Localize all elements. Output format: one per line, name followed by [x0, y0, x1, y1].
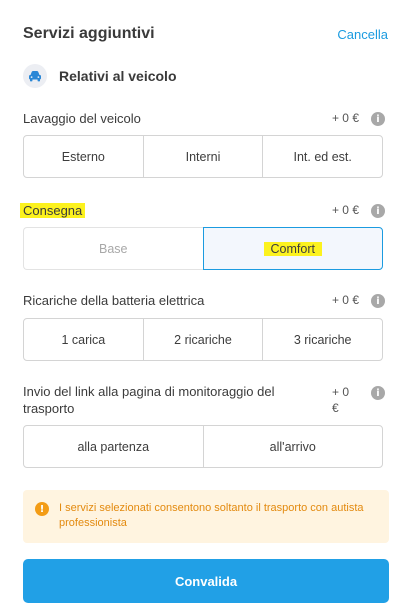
option-comfort-selected[interactable]: Comfort — [202, 227, 383, 270]
group-label-washing: Lavaggio del veicolo — [23, 111, 141, 126]
option-at-departure[interactable]: alla partenza — [24, 426, 204, 467]
option-at-arrival[interactable]: all'arrivo — [204, 426, 383, 467]
submit-button[interactable]: Convalida — [23, 559, 389, 603]
section-title: Relativi al veicolo — [59, 68, 177, 84]
option-int-ext[interactable]: Int. ed est. — [263, 136, 382, 177]
cancel-link[interactable]: Cancella — [337, 27, 388, 42]
tracking-options: alla partenza all'arrivo — [23, 425, 383, 468]
delivery-options: Base Comfort — [23, 227, 383, 270]
info-icon[interactable]: i — [371, 112, 385, 126]
option-interior[interactable]: Interni — [144, 136, 264, 177]
info-icon[interactable]: i — [371, 294, 385, 308]
info-icon[interactable]: i — [371, 386, 385, 400]
group-label-charging: Ricariche della batteria elettrica — [23, 293, 205, 308]
group-label-delivery: Consegna — [20, 202, 86, 219]
charging-options: 1 carica 2 ricariche 3 ricariche — [23, 318, 383, 361]
price-tracking: + 0 € — [332, 385, 350, 415]
option-2-charges[interactable]: 2 ricariche — [144, 319, 264, 360]
section-header: Relativi al veicolo — [23, 63, 177, 89]
price-charging: + 0 € — [331, 293, 359, 307]
info-icon[interactable]: i — [371, 204, 385, 218]
option-exterior[interactable]: Esterno — [24, 136, 144, 177]
warning-notice: ! I servizi selezionati consentono solta… — [23, 490, 389, 543]
price-washing: + 0 € — [331, 111, 359, 125]
washing-options: Esterno Interni Int. ed est. — [23, 135, 383, 178]
option-3-charges[interactable]: 3 ricariche — [263, 319, 382, 360]
notice-text: I servizi selezionati consentono soltant… — [59, 502, 364, 529]
warning-icon: ! — [35, 502, 49, 516]
page-title: Servizi aggiuntivi — [23, 25, 155, 42]
option-base[interactable]: Base — [23, 227, 203, 270]
price-delivery: + 0 € — [331, 203, 359, 217]
group-label-tracking: Invio del link alla pagina di monitoragg… — [23, 384, 275, 416]
car-icon — [23, 64, 47, 88]
option-1-charge[interactable]: 1 carica — [24, 319, 144, 360]
